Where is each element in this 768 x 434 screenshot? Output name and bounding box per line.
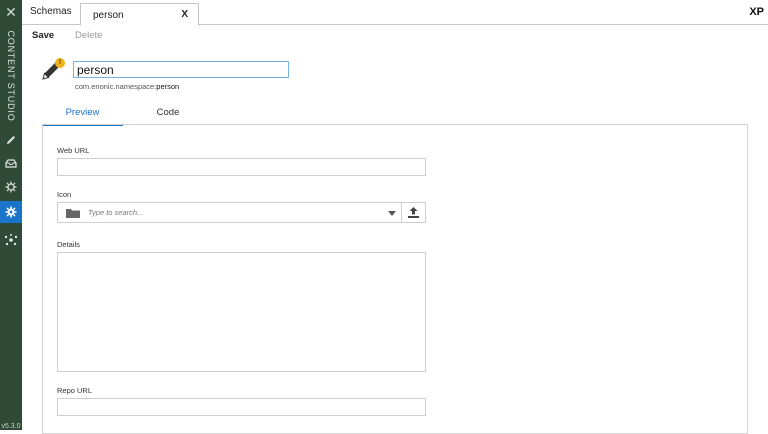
namespace-path: com.enonic.namespace:person bbox=[75, 82, 179, 91]
tab-person-label: person bbox=[93, 10, 124, 21]
repo-url-label: Repo URL bbox=[57, 386, 93, 395]
pencil-icon[interactable] bbox=[0, 129, 22, 151]
app-name: CONTENT STUDIO bbox=[2, 30, 20, 121]
web-url-input[interactable] bbox=[57, 158, 426, 176]
namespace-prefix: com.enonic.namespace: bbox=[75, 82, 157, 91]
upload-icon bbox=[408, 207, 419, 218]
tab-schemas[interactable]: Schemas bbox=[30, 6, 72, 17]
tab-code[interactable]: Code bbox=[132, 102, 204, 123]
version-label: v5.3.0 bbox=[1, 423, 21, 430]
inbox-icon[interactable] bbox=[0, 152, 22, 174]
schema-name-input[interactable] bbox=[73, 61, 289, 78]
xp-logo[interactable]: XP bbox=[749, 6, 764, 18]
sidebar: ✕ CONTENT STUDIO v5.3.0 bbox=[0, 0, 22, 430]
tab-close-button[interactable]: X bbox=[181, 9, 188, 20]
namespace-name: person bbox=[156, 82, 180, 91]
app-name-label: CONTENT STUDIO bbox=[6, 30, 16, 122]
icon-selector[interactable]: Type to search... bbox=[57, 202, 426, 223]
gear-outline-icon[interactable] bbox=[0, 176, 22, 198]
save-button[interactable]: Save bbox=[32, 30, 54, 41]
gear-icon[interactable] bbox=[0, 201, 22, 223]
upload-button[interactable] bbox=[401, 203, 425, 222]
folder-icon bbox=[66, 209, 80, 218]
chevron-down-icon[interactable] bbox=[388, 211, 396, 216]
tab-person[interactable]: person X bbox=[80, 3, 199, 26]
close-icon[interactable]: ✕ bbox=[0, 2, 22, 22]
repo-url-input[interactable] bbox=[57, 398, 426, 416]
warning-badge: ! bbox=[55, 58, 65, 68]
details-label: Details bbox=[57, 240, 80, 249]
icon-search-placeholder: Type to search... bbox=[88, 208, 144, 217]
network-icon[interactable] bbox=[0, 229, 22, 251]
details-textarea[interactable] bbox=[57, 252, 426, 372]
tab-preview[interactable]: Preview bbox=[42, 102, 123, 126]
topbar: Schemas person X XP bbox=[22, 0, 768, 26]
web-url-label: Web URL bbox=[57, 146, 90, 155]
icon-label: Icon bbox=[57, 190, 72, 199]
delete-button[interactable]: Delete bbox=[75, 30, 102, 41]
